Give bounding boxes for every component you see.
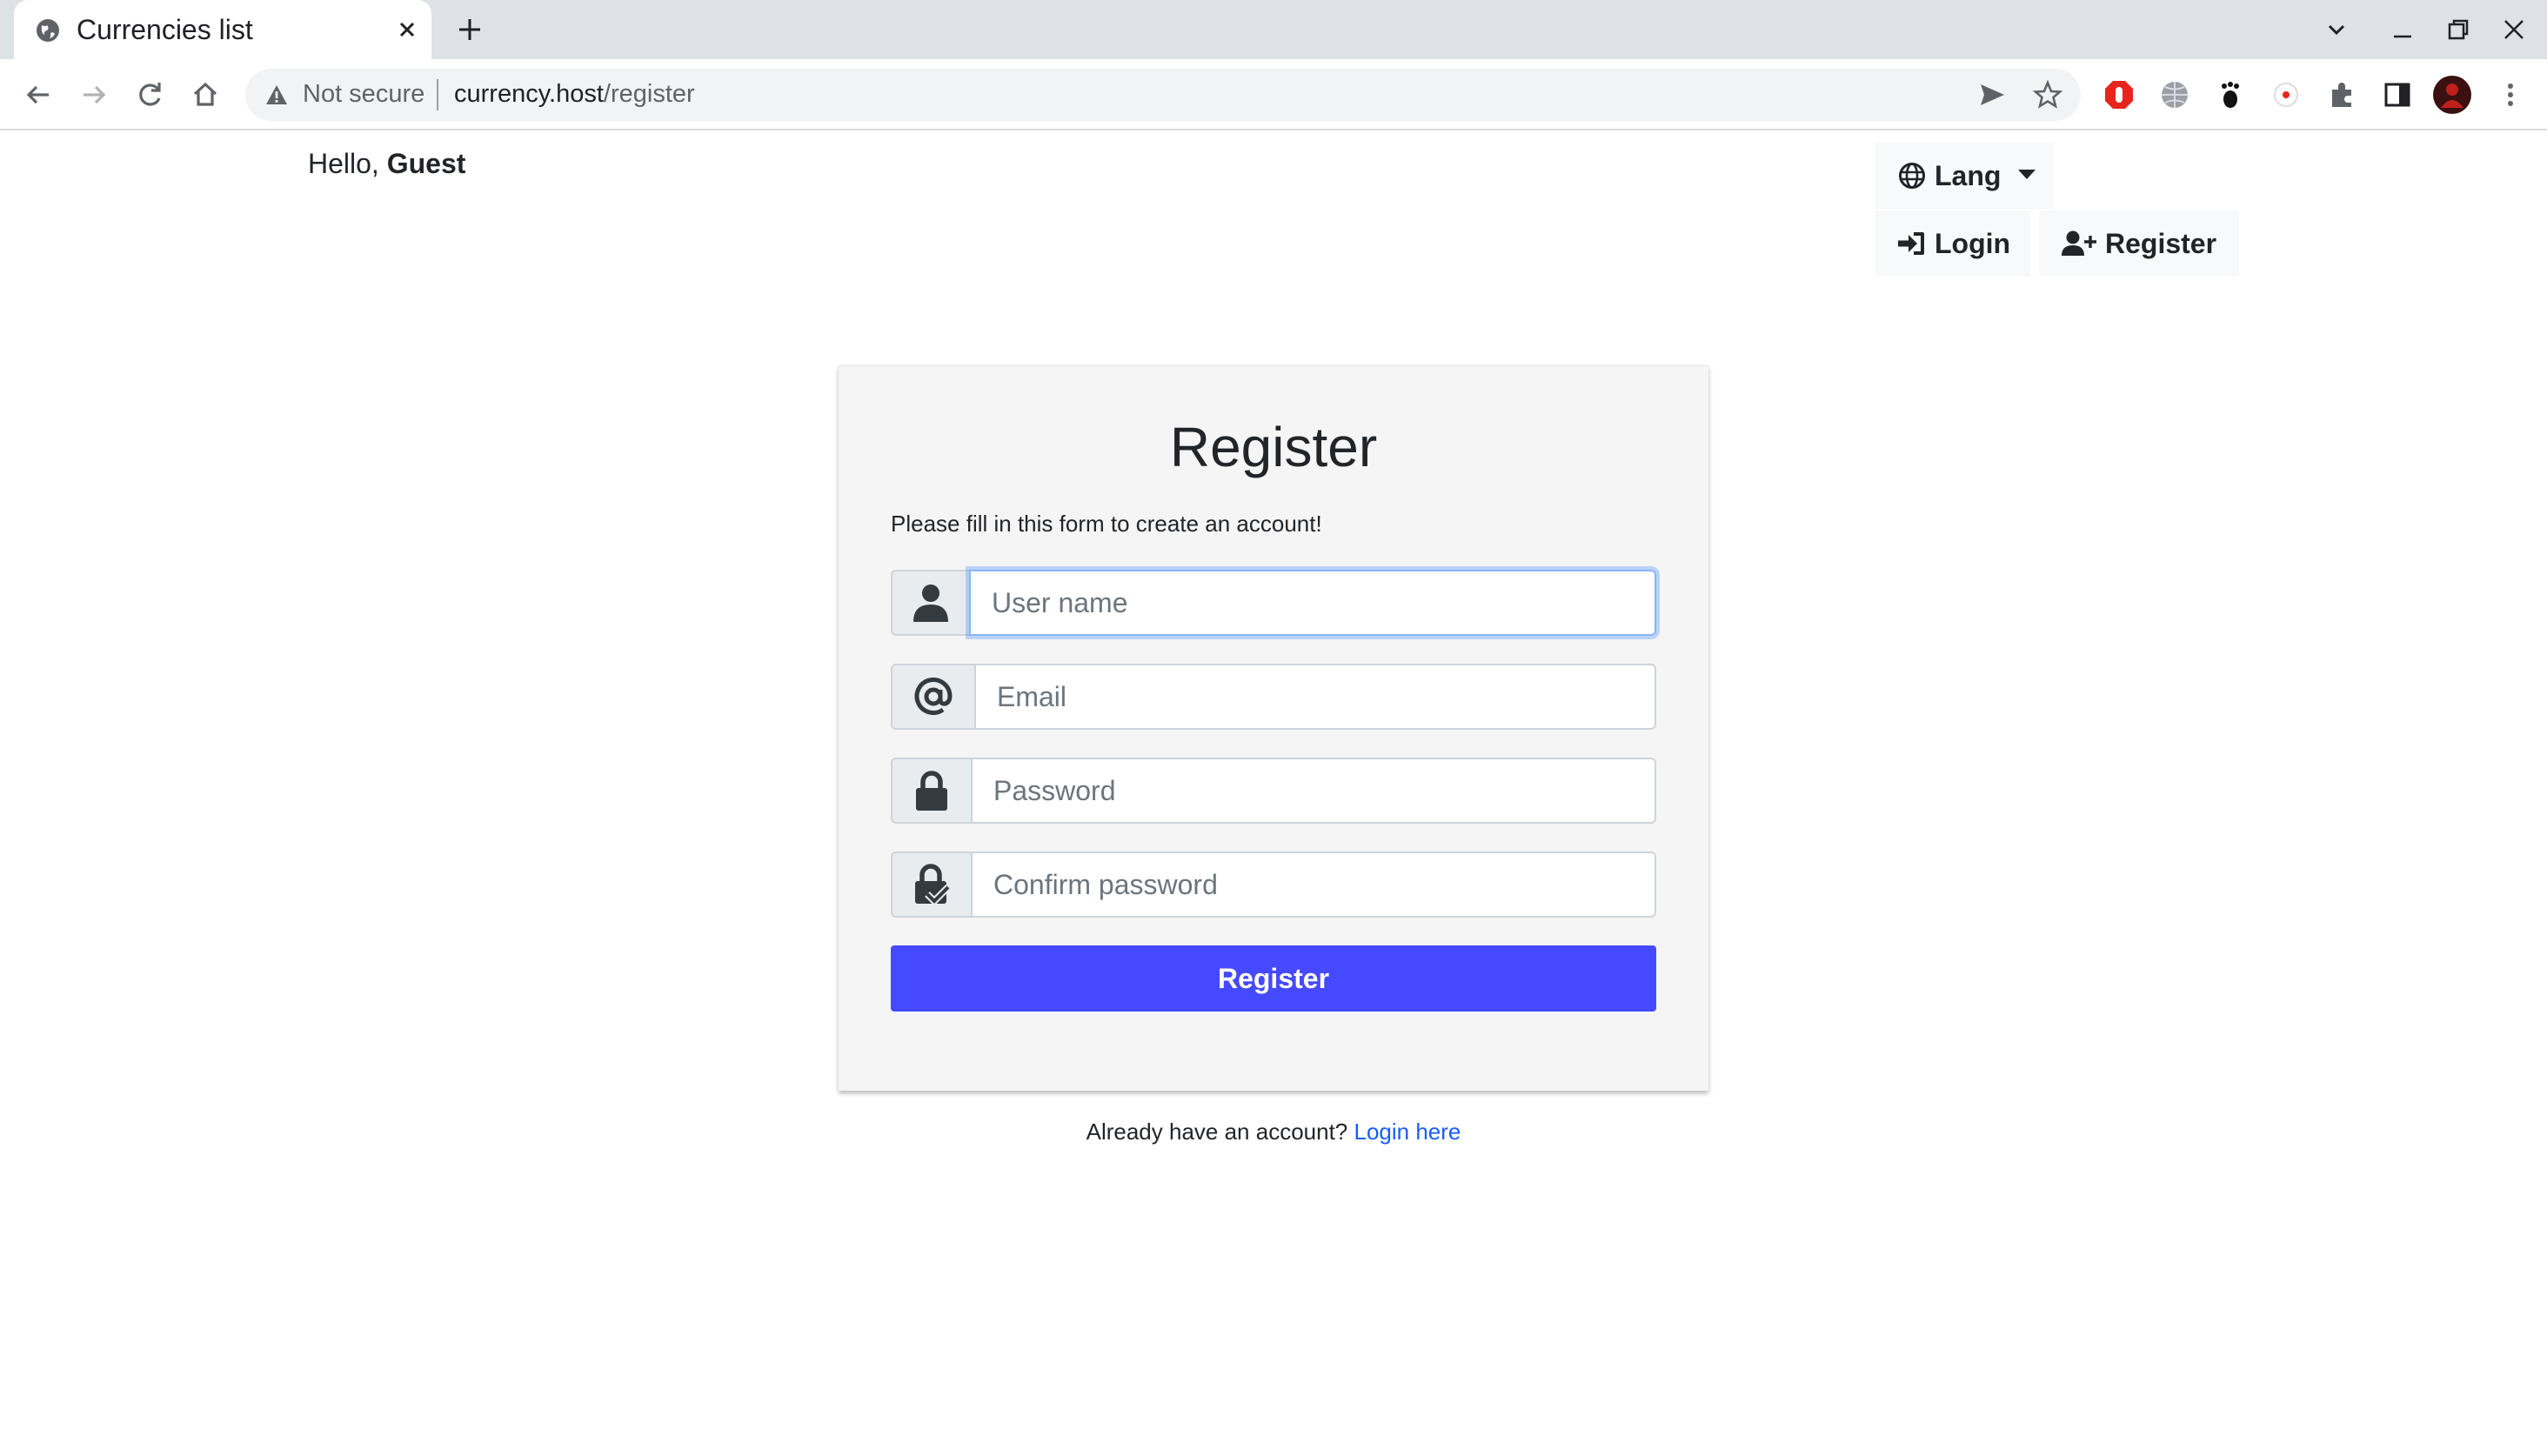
extensions-puzzle-icon[interactable] bbox=[2324, 77, 2359, 112]
reload-icon[interactable] bbox=[132, 77, 167, 112]
greeting-prefix: Hello, bbox=[308, 148, 387, 179]
globe-favicon-icon bbox=[37, 19, 59, 42]
form-title: Register bbox=[1169, 416, 1378, 478]
browser-toolbar: Not secure currency.host/register bbox=[0, 59, 2547, 130]
browser-tab[interactable]: Currencies list bbox=[14, 0, 431, 59]
user-plus-icon bbox=[2062, 230, 2096, 256]
login-prompt-text: Already have an account? bbox=[1086, 1119, 1348, 1145]
user-icon bbox=[913, 584, 948, 622]
new-tab-icon[interactable] bbox=[454, 14, 485, 45]
register-nav-button[interactable]: Register bbox=[2039, 210, 2239, 277]
restore-window-icon[interactable] bbox=[2443, 14, 2474, 45]
adblock-extension-icon[interactable] bbox=[2102, 77, 2136, 112]
password-field bbox=[891, 758, 1656, 824]
greeting-username: Guest bbox=[386, 148, 466, 179]
sign-in-icon bbox=[1898, 232, 1924, 255]
username-addon bbox=[891, 570, 971, 636]
register-nav-label: Register bbox=[2105, 227, 2217, 259]
url-host: currency.host bbox=[454, 80, 604, 108]
password-addon bbox=[891, 758, 973, 824]
address-bar[interactable]: Not secure currency.host/register bbox=[245, 69, 2081, 121]
confirm-password-input[interactable] bbox=[971, 852, 1656, 918]
minimize-window-icon[interactable] bbox=[2387, 14, 2418, 45]
lock-check-icon bbox=[915, 864, 950, 906]
dropdown-caret-icon bbox=[2018, 169, 2036, 179]
url-path: /register bbox=[603, 80, 695, 108]
send-to-devices-icon[interactable] bbox=[1976, 79, 2008, 110]
warning-triangle-icon[interactable] bbox=[264, 83, 289, 107]
email-field bbox=[891, 664, 1656, 730]
tab-search-chevron-icon[interactable] bbox=[2321, 14, 2352, 45]
login-here-link[interactable]: Login here bbox=[1354, 1119, 1461, 1145]
email-input[interactable] bbox=[974, 664, 1656, 730]
gnome-foot-extension-icon[interactable] bbox=[2213, 77, 2248, 112]
home-icon[interactable] bbox=[188, 77, 223, 112]
language-label: Lang bbox=[1935, 159, 2002, 191]
close-tab-icon[interactable] bbox=[393, 16, 421, 43]
bookmark-star-icon[interactable] bbox=[2032, 79, 2063, 110]
back-arrow-icon[interactable] bbox=[21, 77, 56, 112]
confirm-password-addon bbox=[891, 852, 973, 918]
record-extension-icon[interactable] bbox=[2269, 77, 2303, 112]
forward-arrow-icon[interactable] bbox=[77, 77, 111, 112]
register-card: Register Please fill in this form to cre… bbox=[839, 365, 1708, 1091]
profile-avatar-icon[interactable] bbox=[2432, 75, 2472, 115]
at-sign-icon bbox=[914, 678, 953, 715]
greeting-text: Hello, Guest bbox=[308, 148, 465, 180]
login-nav-label: Login bbox=[1935, 227, 2011, 259]
not-secure-label[interactable]: Not secure bbox=[303, 80, 424, 109]
globe-icon bbox=[1899, 163, 1925, 189]
login-prompt: Already have an account? Login here bbox=[0, 1119, 2547, 1145]
close-window-icon[interactable] bbox=[2498, 14, 2530, 45]
tab-title: Currencies list bbox=[77, 14, 253, 45]
email-addon bbox=[891, 664, 976, 730]
register-submit-button[interactable]: Register bbox=[891, 945, 1656, 1012]
address-separator bbox=[437, 79, 438, 110]
url-text[interactable]: currency.host/register bbox=[454, 80, 695, 109]
lock-icon bbox=[916, 771, 947, 811]
form-subtitle: Please fill in this form to create an ac… bbox=[891, 511, 1322, 537]
username-input[interactable] bbox=[969, 570, 1656, 636]
browser-menu-icon[interactable] bbox=[2493, 77, 2528, 112]
password-input[interactable] bbox=[971, 758, 1656, 824]
language-dropdown-button[interactable]: Lang bbox=[1875, 143, 2053, 209]
login-nav-button[interactable]: Login bbox=[1875, 210, 2030, 277]
grey-globe-extension-icon[interactable] bbox=[2157, 77, 2192, 112]
username-field bbox=[891, 570, 1656, 636]
confirm-password-field bbox=[891, 852, 1656, 918]
side-panel-icon[interactable] bbox=[2380, 77, 2415, 112]
browser-tabstrip: Currencies list bbox=[0, 0, 2547, 59]
